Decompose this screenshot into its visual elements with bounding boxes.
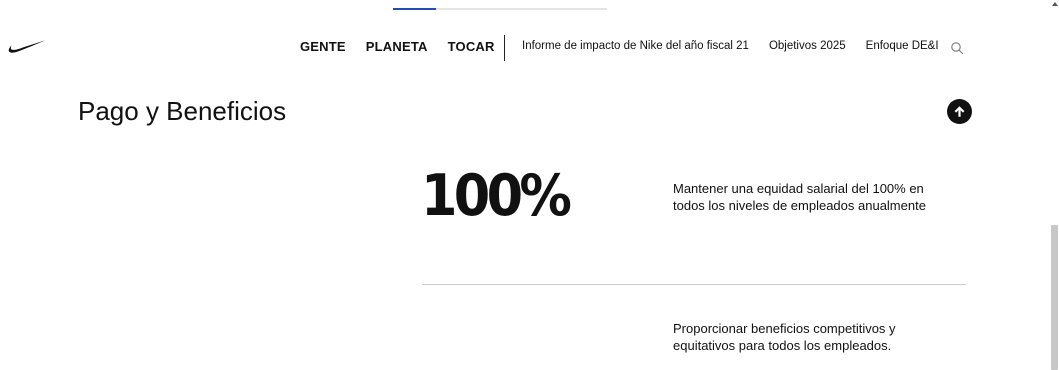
page-progress-bar [393, 8, 607, 10]
nav-link-tocar[interactable]: TOCAR [448, 39, 495, 54]
stat-description: Mantener una equidad salarial del 100% e… [673, 181, 926, 213]
secondary-nav: Informe de impacto de Nike del año fisca… [522, 40, 959, 52]
arrow-up-icon [954, 106, 965, 117]
nav-link-dei-focus[interactable]: Enfoque DE&I [866, 40, 939, 52]
nav-divider [504, 35, 505, 61]
stat-description: Proporcionar beneficios competitivos y e… [673, 321, 896, 353]
page: GENTE PLANETA TOCAR Informe de impacto d… [0, 0, 1059, 370]
nav-link-impact-report[interactable]: Informe de impacto de Nike del año fisca… [522, 40, 749, 52]
page-progress-fill [393, 8, 436, 10]
stat-number: 100% [421, 163, 572, 229]
nav-link-2025-targets[interactable]: Objetivos 2025 [769, 40, 846, 52]
scrollbar-thumb[interactable] [1051, 225, 1058, 370]
section-title: Pago y Beneficios [78, 96, 287, 126]
nav-link-planeta[interactable]: PLANETA [366, 39, 428, 54]
scrollbar-up-arrow-icon[interactable] [1052, 2, 1058, 6]
stat-divider [422, 284, 966, 285]
primary-nav: GENTE PLANETA TOCAR [300, 39, 515, 54]
scroll-to-top-button[interactable] [947, 99, 972, 124]
search-icon[interactable] [950, 41, 964, 55]
nike-swoosh-icon[interactable] [8, 39, 46, 55]
nav-link-gente[interactable]: GENTE [300, 39, 346, 54]
